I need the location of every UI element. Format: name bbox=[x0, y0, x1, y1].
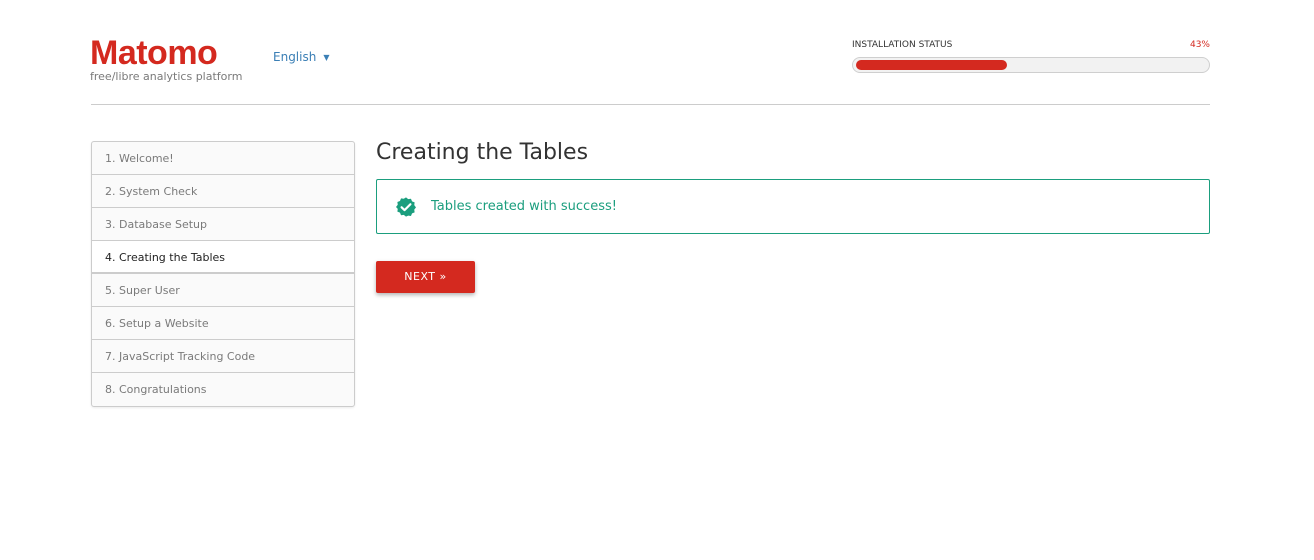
step-database-setup: 3. Database Setup bbox=[92, 208, 354, 241]
step-welcome: 1. Welcome! bbox=[92, 142, 354, 175]
installation-status: INSTALLATION STATUS 43% bbox=[852, 39, 1210, 73]
language-selector[interactable]: English ▼ bbox=[273, 50, 330, 64]
installation-status-label: INSTALLATION STATUS bbox=[852, 40, 953, 50]
matomo-logo: Matomo free/libre analytics platform bbox=[90, 34, 250, 83]
step-setup-website: 6. Setup a Website bbox=[92, 307, 354, 340]
caret-down-icon[interactable]: ▼ bbox=[323, 53, 329, 62]
step-super-user: 5. Super User bbox=[92, 274, 354, 307]
step-creating-tables: 4. Creating the Tables bbox=[92, 241, 354, 274]
check-badge-icon bbox=[396, 196, 416, 217]
success-message: Tables created with success! bbox=[431, 199, 617, 214]
success-notification: Tables created with success! bbox=[376, 179, 1210, 234]
installation-steps-menu: 1. Welcome! 2. System Check 3. Database … bbox=[91, 141, 355, 407]
step-congratulations: 8. Congratulations bbox=[105, 383, 207, 396]
language-label[interactable]: English bbox=[273, 50, 316, 64]
logo-wordmark: Matomo bbox=[90, 34, 218, 72]
next-button[interactable]: NEXT » bbox=[376, 261, 475, 293]
step-system-check: 2. System Check bbox=[92, 175, 354, 208]
installation-status-percent: 43% bbox=[1189, 40, 1210, 50]
header-divider bbox=[91, 104, 1210, 105]
installer-page: Matomo free/libre analytics platform Eng… bbox=[0, 0, 1314, 560]
logo-tagline: free/libre analytics platform bbox=[90, 70, 243, 83]
page-title: Creating the Tables bbox=[376, 140, 589, 165]
installation-progress-bar bbox=[852, 57, 1210, 73]
step-tracking-code: 7. JavaScript Tracking Code bbox=[92, 340, 354, 373]
installation-progress-fill bbox=[856, 60, 1007, 70]
